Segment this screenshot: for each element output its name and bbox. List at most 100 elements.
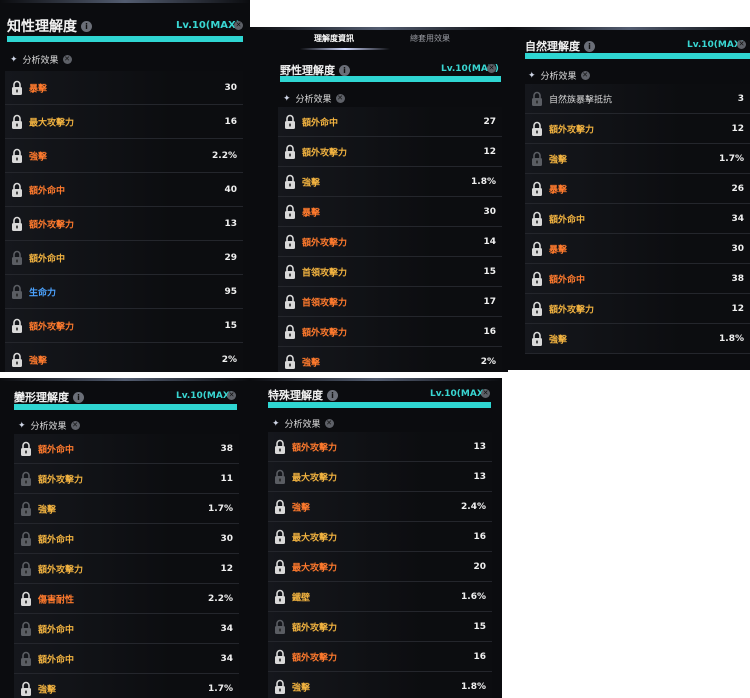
tab-total-effect[interactable]: 總套用效果 xyxy=(410,33,450,44)
effect-label: 強擊 xyxy=(29,152,48,162)
effect-value: 40 xyxy=(224,184,237,195)
lock-icon[interactable] xyxy=(274,469,286,485)
sparkle-icon: ✦ xyxy=(272,418,280,429)
lock-icon[interactable] xyxy=(11,284,23,300)
effect-row: 額外命中 38 xyxy=(525,264,750,294)
lock-icon[interactable] xyxy=(20,561,32,577)
lock-icon[interactable] xyxy=(284,264,296,280)
panel-title: 知性理解度 xyxy=(7,19,77,35)
effect-label: 鐵壁 xyxy=(292,593,311,603)
effect-label: 最大攻擊力 xyxy=(292,473,338,483)
lock-icon[interactable] xyxy=(11,182,23,198)
lock-icon[interactable] xyxy=(284,144,296,160)
effect-label: 額外攻擊力 xyxy=(292,623,338,633)
close-icon[interactable]: ✕ xyxy=(227,391,236,400)
lock-icon[interactable] xyxy=(274,529,286,545)
lock-icon[interactable] xyxy=(20,471,32,487)
effect-row: 鐵壁 1.6% xyxy=(268,582,492,612)
lock-icon[interactable] xyxy=(531,331,543,347)
effect-value: 12 xyxy=(483,146,496,157)
close-icon[interactable]: ✕ xyxy=(234,21,243,30)
tab-understanding-info[interactable]: 理解度資訊 xyxy=(314,33,354,44)
lock-icon[interactable] xyxy=(274,559,286,575)
effect-value: 13 xyxy=(473,471,486,482)
info-icon[interactable]: i xyxy=(339,64,350,76)
effect-label: 額外攻擊力 xyxy=(38,565,84,575)
lock-icon[interactable] xyxy=(11,80,23,96)
lock-icon[interactable] xyxy=(274,619,286,635)
effect-list: 額外攻擊力 13 最大攻擊力 13 強擊 2.4% 最大攻擊力 16 最大攻擊力 20 鐵壁 1.6%… xyxy=(268,432,492,698)
lock-icon[interactable] xyxy=(531,211,543,227)
lock-icon[interactable] xyxy=(531,271,543,287)
lock-icon[interactable] xyxy=(284,324,296,340)
effect-row: 額外命中 34 xyxy=(14,644,239,674)
lock-icon[interactable] xyxy=(274,679,286,695)
effect-row: 首領攻擊力 17 xyxy=(278,287,502,317)
lock-icon[interactable] xyxy=(284,354,296,370)
lock-icon[interactable] xyxy=(531,151,543,167)
lock-icon[interactable] xyxy=(284,234,296,250)
close-icon[interactable]: ✕ xyxy=(335,94,345,103)
effect-label: 額外攻擊力 xyxy=(38,475,84,485)
lock-icon[interactable] xyxy=(284,114,296,130)
lock-icon[interactable] xyxy=(284,294,296,310)
effect-label: 生命力 xyxy=(29,288,57,298)
effect-label: 額外命中 xyxy=(38,625,75,635)
lock-icon[interactable] xyxy=(274,499,286,515)
effect-label: 額外命中 xyxy=(549,275,586,285)
lock-icon[interactable] xyxy=(20,621,32,637)
lock-icon[interactable] xyxy=(20,441,32,457)
close-icon[interactable]: ✕ xyxy=(487,64,496,73)
lock-icon[interactable] xyxy=(11,148,23,164)
lock-icon[interactable] xyxy=(531,91,543,107)
lock-icon[interactable] xyxy=(20,681,32,697)
effect-value: 95 xyxy=(224,286,237,297)
lock-icon[interactable] xyxy=(284,174,296,190)
sparkle-icon: ✦ xyxy=(10,54,18,65)
effect-label: 強擊 xyxy=(302,358,321,368)
close-icon[interactable]: ✕ xyxy=(481,389,490,398)
effect-value: 30 xyxy=(483,206,496,217)
effect-row: 最大攻擊力 16 xyxy=(268,522,492,552)
lock-icon[interactable] xyxy=(20,651,32,667)
analysis-effect-header: ✦ 分析效果 ✕ xyxy=(10,53,72,66)
lock-icon[interactable] xyxy=(11,114,23,130)
effect-value: 38 xyxy=(220,443,233,454)
close-icon[interactable]: ✕ xyxy=(62,55,72,64)
active-tab-indicator xyxy=(300,48,390,50)
close-icon[interactable]: ✕ xyxy=(580,71,590,80)
lock-icon[interactable] xyxy=(274,439,286,455)
effect-label: 額外攻擊力 xyxy=(549,125,595,135)
lock-icon[interactable] xyxy=(531,301,543,317)
close-icon[interactable]: ✕ xyxy=(70,421,80,430)
effect-value: 2% xyxy=(221,354,237,365)
lock-icon[interactable] xyxy=(20,501,32,517)
effect-label: 強擊 xyxy=(292,683,311,693)
analysis-effect-header: ✦ 分析效果 ✕ xyxy=(283,92,345,105)
effect-value: 2.2% xyxy=(212,150,237,161)
lock-icon[interactable] xyxy=(20,531,32,547)
lock-icon[interactable] xyxy=(531,121,543,137)
info-icon[interactable]: i xyxy=(81,20,92,32)
lock-icon[interactable] xyxy=(284,204,296,220)
lock-icon[interactable] xyxy=(531,181,543,197)
lock-icon[interactable] xyxy=(274,589,286,605)
lock-icon[interactable] xyxy=(274,649,286,665)
lock-icon[interactable] xyxy=(11,352,23,368)
effect-row: 額外攻擊力 16 xyxy=(278,317,502,347)
info-icon[interactable]: i xyxy=(327,389,338,401)
close-icon[interactable]: ✕ xyxy=(737,40,746,49)
panel-title: 特殊理解度 xyxy=(268,389,323,402)
level-label: Lv.10(MAX) xyxy=(176,20,241,31)
effect-row: 額外命中 30 xyxy=(14,524,239,554)
sparkle-icon: ✦ xyxy=(283,93,291,104)
info-icon[interactable]: i xyxy=(584,40,595,52)
lock-icon[interactable] xyxy=(11,318,23,334)
info-icon[interactable]: i xyxy=(73,391,84,403)
lock-icon[interactable] xyxy=(11,216,23,232)
lock-icon[interactable] xyxy=(11,250,23,266)
effect-row: 額外命中 40 xyxy=(5,173,243,207)
close-icon[interactable]: ✕ xyxy=(324,419,334,428)
lock-icon[interactable] xyxy=(531,241,543,257)
lock-icon[interactable] xyxy=(20,591,32,607)
